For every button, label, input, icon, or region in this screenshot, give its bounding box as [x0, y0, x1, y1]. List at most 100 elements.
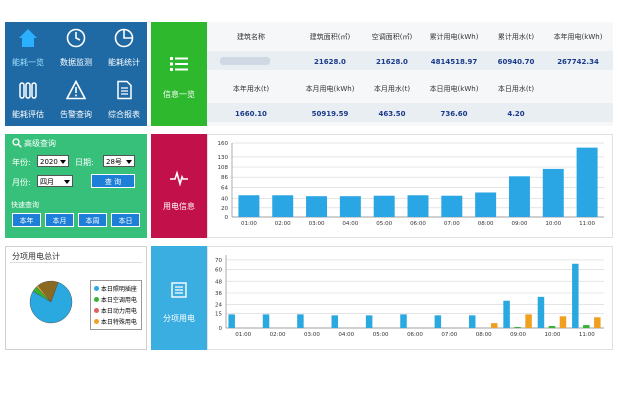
nav-item-alarms[interactable]: 告警查询: [53, 74, 99, 126]
y-tick-label: 160: [218, 141, 229, 147]
x-tick-label: 05:00: [376, 221, 392, 227]
nav-item-reports[interactable]: 综合报表: [101, 74, 147, 126]
nav-item-label: 能耗一览: [12, 58, 44, 67]
y-tick-label: 108: [218, 165, 229, 171]
info-header: 累计用电(kWh): [429, 33, 479, 41]
x-tick-label: 10:00: [545, 221, 561, 227]
y-tick-label: 64: [221, 185, 228, 191]
bar: [490, 323, 498, 328]
y-tick-label: 36: [215, 291, 222, 297]
legend-swatch: [94, 286, 99, 291]
document-icon: [171, 282, 187, 298]
bar: [365, 315, 373, 328]
bar: [400, 314, 407, 328]
bar: [339, 196, 361, 217]
x-tick-label: 05:00: [373, 332, 389, 338]
legend-label: 本日动力用电: [100, 308, 137, 315]
x-tick-label: 09:00: [512, 221, 528, 227]
bar: [228, 314, 235, 328]
pie-divider: [10, 262, 142, 263]
hourly-electricity-chart: 0 20 40 64 86 108 130 160 01:00 02:00 03:00 04:00 05…: [218, 141, 604, 227]
info-value: 1660.10: [235, 110, 267, 118]
info-header: 本月用水(t): [373, 85, 411, 93]
day-select[interactable]: 28号: [103, 155, 135, 167]
nav-item-label: 能耗统计: [108, 58, 140, 67]
month-select[interactable]: 四月: [37, 175, 73, 187]
y-tick-label: 0: [225, 215, 229, 221]
chevron-down-icon: [64, 180, 70, 184]
quick-button-day[interactable]: 本日: [111, 213, 140, 227]
year-select[interactable]: 2020: [37, 155, 69, 167]
month-label: 月份:: [12, 178, 31, 187]
x-tick-label: 02:00: [275, 221, 291, 227]
info-value: 4.20: [507, 110, 525, 118]
x-tick-label: 07:00: [441, 332, 457, 338]
x-tick-label: 11:00: [579, 332, 595, 338]
bar: [306, 196, 328, 217]
info-header: 本年用电(kWh): [553, 33, 603, 41]
info-header: 本月用电(kWh): [305, 85, 355, 93]
legend-item-lighting: 本日照明插座: [94, 284, 137, 293]
sub-item-electricity-chart: 0 15 24 36 48 60 70 01:00 02:00 03:00 04:00 05:00 06…: [215, 255, 604, 338]
chevron-down-icon: [126, 160, 132, 164]
bar: [594, 317, 601, 328]
nav-item-label: 数据监测: [60, 58, 92, 67]
info-value: 267742.34: [557, 58, 599, 66]
nav-item-statistics[interactable]: 能耗统计: [101, 22, 147, 74]
bar: [468, 315, 476, 328]
y-tick-label: 24: [215, 303, 222, 309]
bar: [238, 195, 260, 217]
y-tick-label: 70: [215, 258, 222, 264]
bar: [373, 195, 395, 217]
x-tick-label: 01:00: [241, 221, 257, 227]
bar: [525, 314, 532, 328]
elec-side-tab[interactable]: 用电信息: [151, 134, 207, 238]
sub-chart-panel: 0 15 24 36 48 60 70 01:00 02:00 03:00 04:00 05:00 06…: [207, 246, 613, 350]
year-label: 年份:: [12, 158, 31, 167]
elec-chart-panel: 0 20 40 64 86 108 130 160 01:00 02:00 03:00 04:00 05…: [207, 134, 613, 238]
bar: [475, 192, 497, 217]
bar: [548, 326, 556, 328]
quick-button-year[interactable]: 本年: [12, 213, 41, 227]
quick-button-month[interactable]: 本月: [45, 213, 74, 227]
x-tick-label: 04:00: [342, 221, 358, 227]
legend-swatch: [94, 297, 99, 302]
x-tick-label: 10:00: [545, 332, 561, 338]
building-name-redacted: [220, 57, 270, 65]
info-value: 736.60: [440, 110, 468, 118]
elec-side-label: 用电信息: [163, 202, 195, 211]
legend-label: 本日照明插座: [100, 286, 137, 293]
info-value: 21628.0: [376, 58, 408, 66]
chevron-down-icon: [60, 160, 66, 164]
y-tick-label: 48: [215, 279, 222, 285]
quick-button-week[interactable]: 本周: [78, 213, 107, 227]
legend-swatch: [94, 319, 99, 324]
info-side-label: 信息一览: [163, 90, 195, 99]
nav-item-label: 能耗评估: [12, 110, 44, 119]
document-icon: [117, 80, 132, 100]
bar: [297, 314, 304, 328]
y-tick-label: 20: [221, 206, 228, 212]
legend-label: 本日空调用电: [100, 297, 137, 304]
nav-item-evaluation[interactable]: 能耗评估: [5, 74, 51, 126]
info-side-tab[interactable]: 信息一览: [151, 22, 207, 126]
info-header: 建筑面积(㎡): [309, 33, 351, 41]
nav-item-monitoring[interactable]: 数据监测: [53, 22, 99, 74]
info-value: 463.50: [378, 110, 406, 118]
info-header: 本年用水(t): [232, 85, 270, 93]
x-tick-label: 03:00: [304, 332, 320, 338]
pie-title: 分项用电总计: [12, 252, 60, 261]
x-tick-label: 08:00: [476, 332, 492, 338]
pie-panel: 分项用电总计 本日照明插座 本日空调用电 本日动力用电 本日特殊用电: [5, 246, 147, 350]
search-icon: [12, 138, 22, 148]
legend-label: 本日特殊用电: [100, 319, 137, 326]
bar: [559, 316, 567, 328]
info-value: 60940.70: [497, 58, 535, 66]
bar-meter-icon: [19, 82, 37, 99]
home-icon: [19, 29, 37, 47]
info-value: 50919.59: [311, 110, 349, 118]
nav-item-overview[interactable]: 能耗一览: [5, 22, 51, 74]
bar: [572, 263, 579, 328]
sub-side-tab[interactable]: 分项用电: [151, 246, 207, 350]
search-button[interactable]: 查 询: [91, 174, 135, 188]
